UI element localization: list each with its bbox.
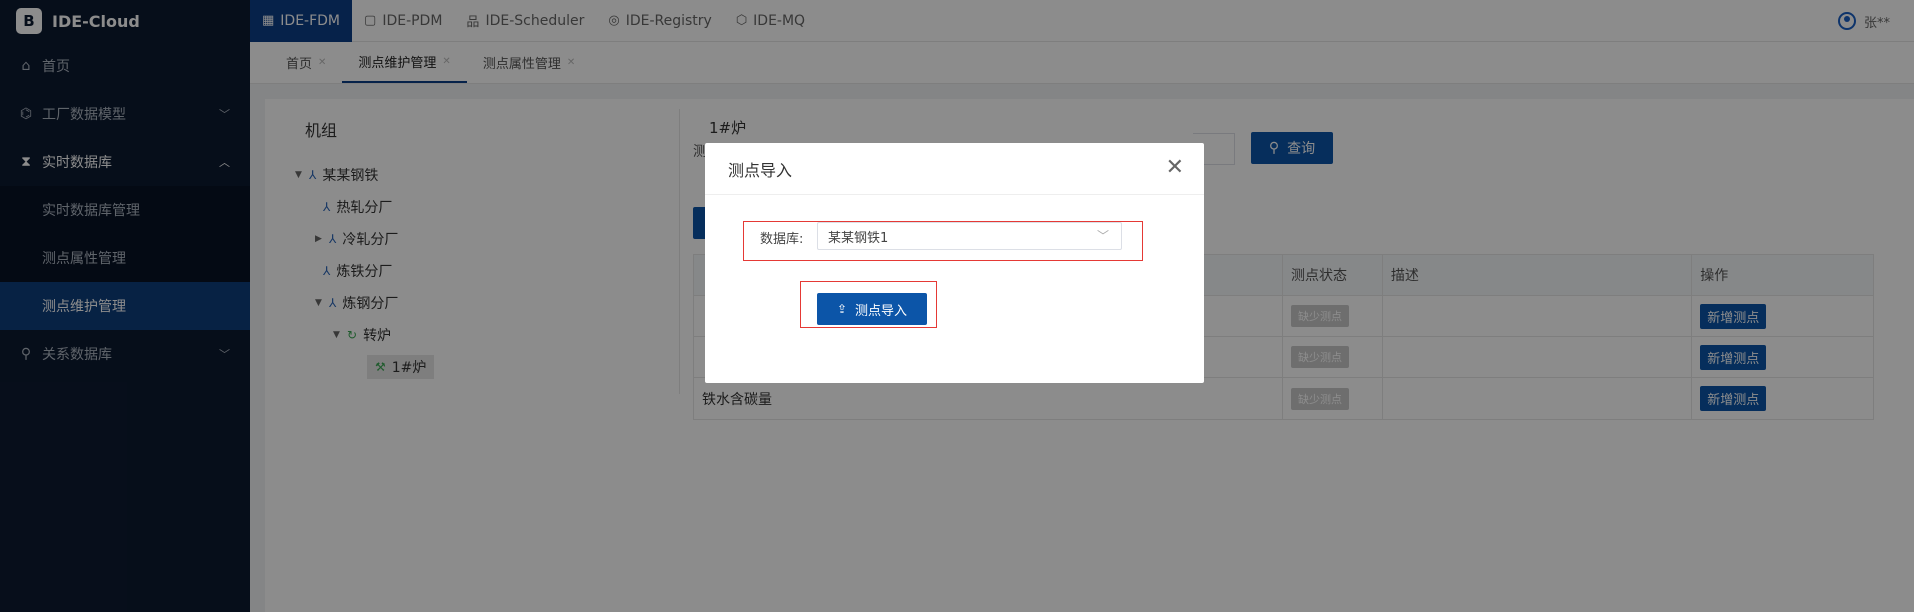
database-label: 数据库:: [760, 232, 804, 247]
close-icon[interactable]: ✕: [1166, 156, 1184, 180]
database-select[interactable]: 某某钢铁1 ﹀: [817, 222, 1122, 250]
dialog-title: 测点导入: [728, 160, 793, 180]
upload-icon: ⇪: [836, 302, 848, 316]
chevron-down-icon: ﹀: [1096, 229, 1109, 243]
dialog-header: 测点导入 ✕: [705, 143, 1204, 195]
import-points-button[interactable]: ⇪ 测点导入: [817, 293, 927, 325]
import-dialog: 测点导入 ✕ 数据库: 某某钢铁1 ﹀ ⇪ 测点导入: [705, 143, 1204, 383]
import-button-label: 测点导入: [855, 303, 908, 319]
database-select-value: 某某钢铁1: [828, 230, 889, 246]
